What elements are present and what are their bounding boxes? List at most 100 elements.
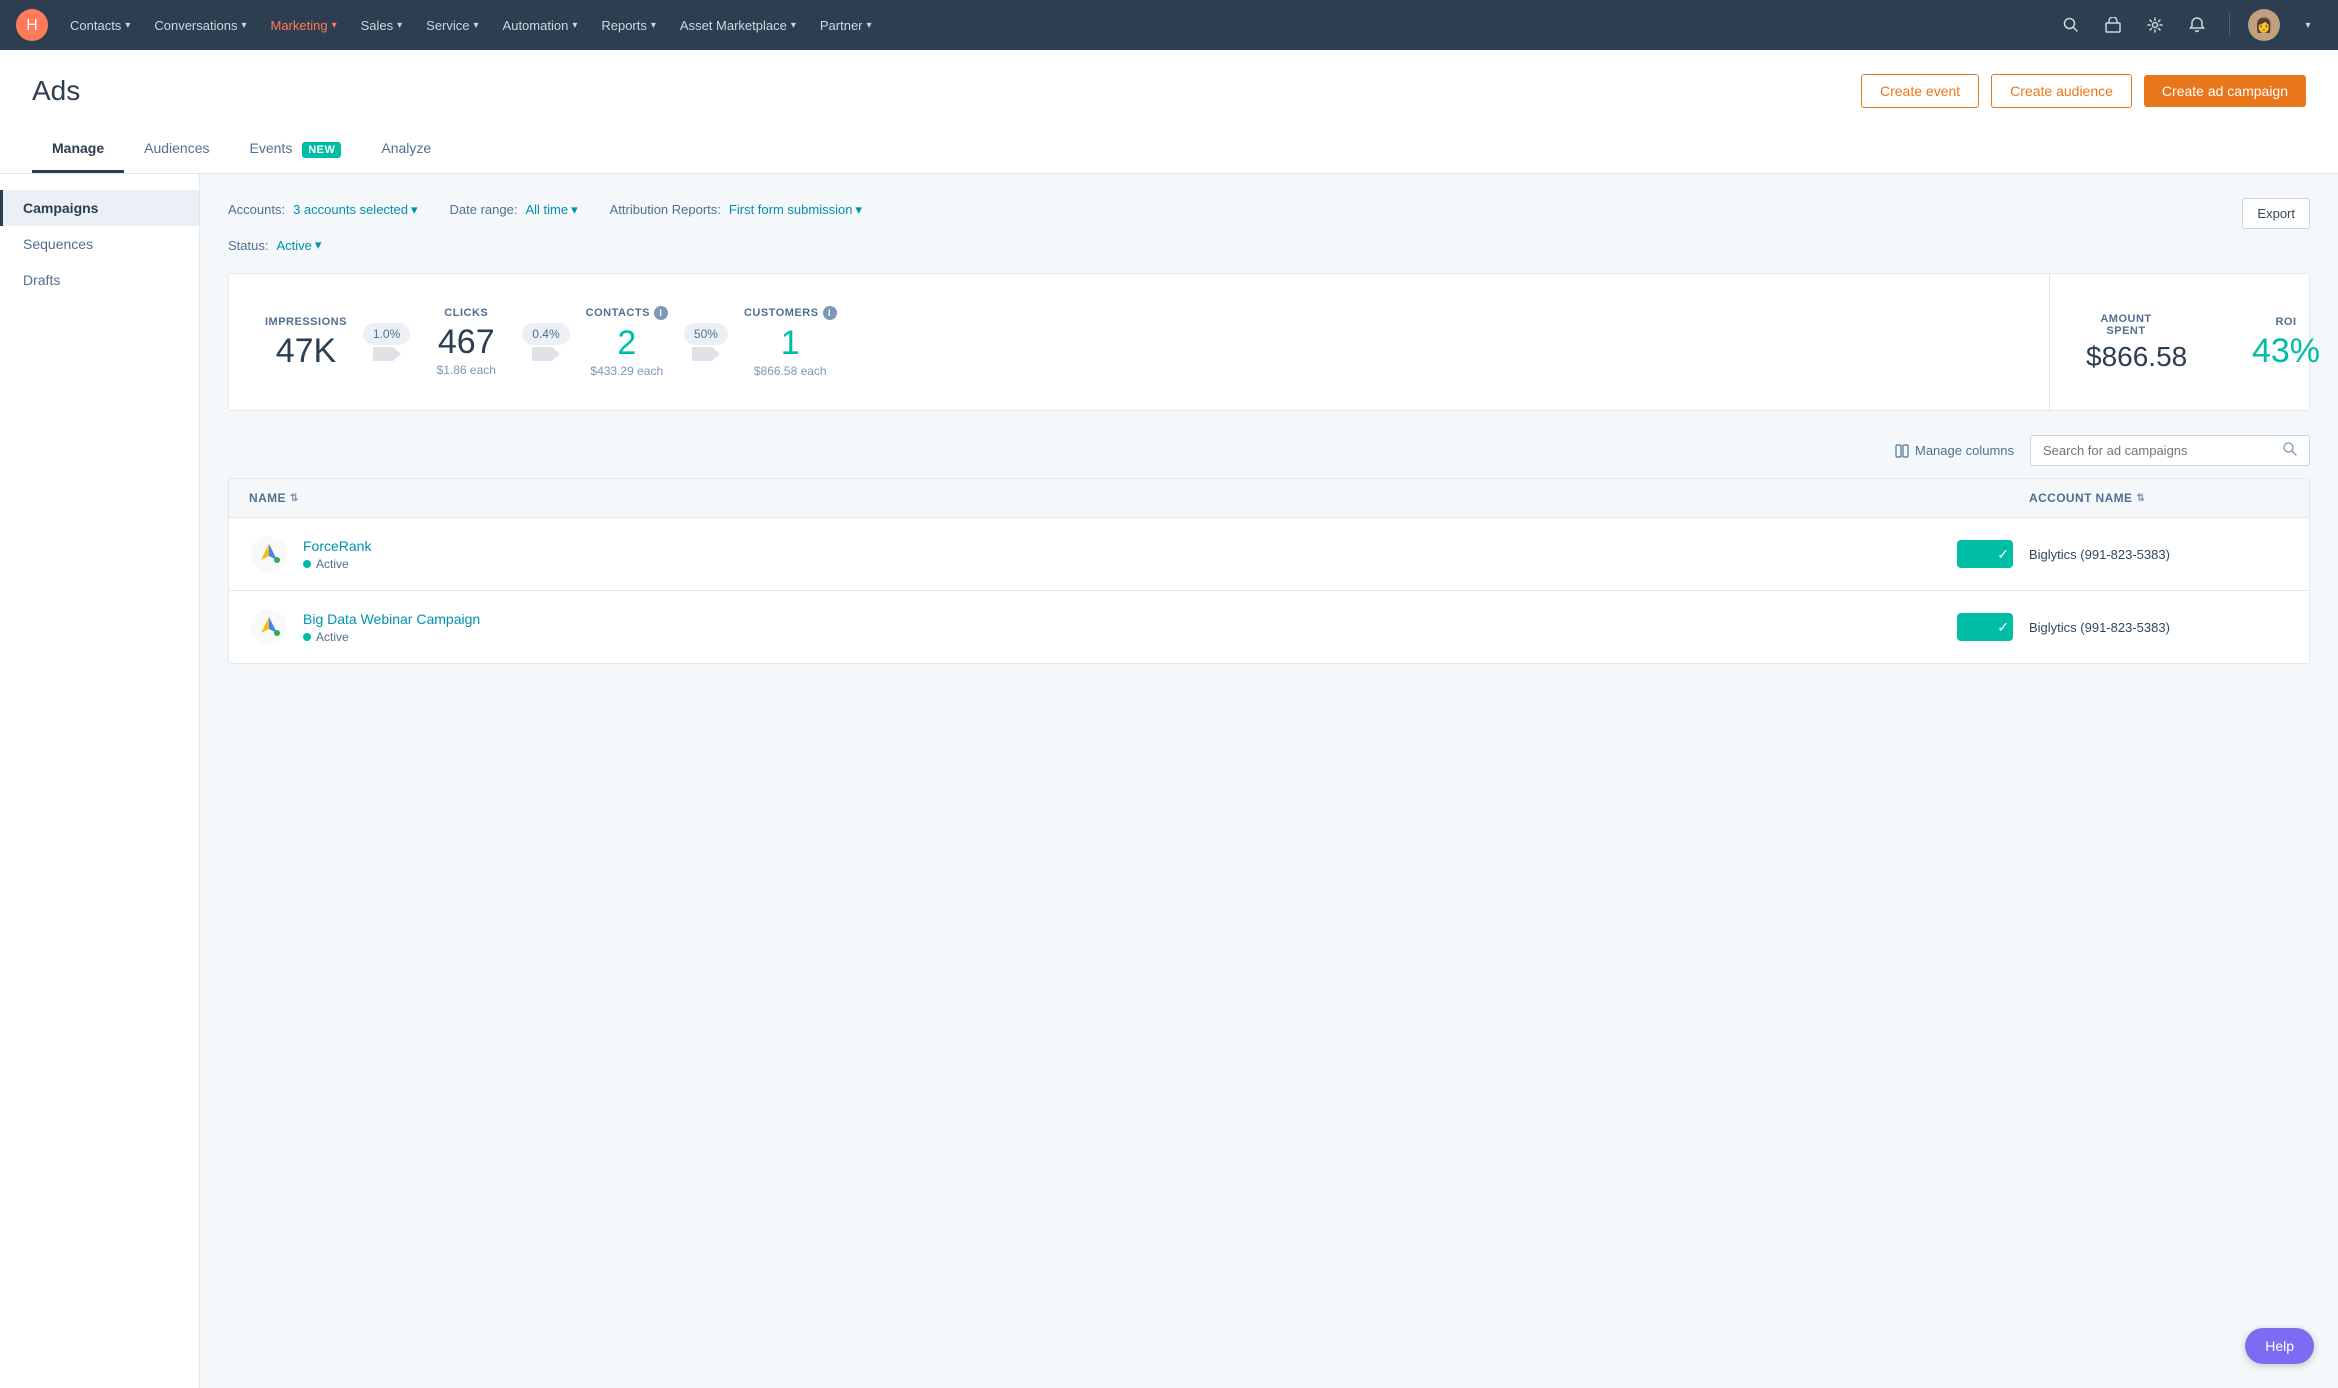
notifications-icon[interactable] xyxy=(2183,11,2211,39)
check-icon: ✓ xyxy=(1997,546,2009,563)
search-icon xyxy=(2283,442,2297,459)
status-label: Status: xyxy=(228,238,268,253)
stats-card-right: AMOUNT SPENT $866.58 ROI 43% xyxy=(2050,273,2310,411)
store-icon[interactable] xyxy=(2099,11,2127,39)
settings-icon[interactable] xyxy=(2141,11,2169,39)
impressions-stat: IMPRESSIONS 47K xyxy=(265,316,347,368)
chevron-down-icon: ▾ xyxy=(855,202,862,218)
date-range-label: Date range: xyxy=(450,202,518,217)
clicks-value: 467 xyxy=(426,325,506,359)
chevron-down-icon: ▾ xyxy=(411,202,418,218)
sidebar-item-sequences[interactable]: Sequences xyxy=(0,226,199,262)
create-event-button[interactable]: Create event xyxy=(1861,74,1979,108)
nav-item-conversations[interactable]: Conversations ▾ xyxy=(144,12,256,39)
hubspot-logo[interactable]: H xyxy=(16,9,48,41)
campaign-toggle[interactable]: ✓ xyxy=(1957,540,2013,568)
roi-value: 43% xyxy=(2246,334,2326,368)
page-header: Ads Create event Create audience Create … xyxy=(0,50,2338,174)
campaign-toggle[interactable]: ✓ xyxy=(1957,613,2013,641)
contacts-value: 2 xyxy=(586,326,668,360)
chevron-down-icon: ▾ xyxy=(397,20,402,31)
tab-events[interactable]: Events NEW xyxy=(230,128,362,173)
search-box xyxy=(2030,435,2310,466)
date-range-filter[interactable]: All time ▾ xyxy=(525,202,577,218)
table-header: NAME ⇅ ACCOUNT NAME ⇅ xyxy=(229,479,2309,518)
row-account: Biglytics (991-823-5383) xyxy=(2029,547,2289,562)
export-button[interactable]: Export xyxy=(2242,198,2310,229)
right-panel: Accounts: 3 accounts selected ▾ Date ran… xyxy=(200,174,2338,1388)
conversion-rate-1: 1.0% xyxy=(363,323,410,345)
campaign-name[interactable]: Big Data Webinar Campaign xyxy=(303,611,480,627)
accounts-filter[interactable]: 3 accounts selected ▾ xyxy=(293,202,417,218)
filters-row-1: Accounts: 3 accounts selected ▾ Date ran… xyxy=(228,202,862,218)
manage-columns-button[interactable]: Manage columns xyxy=(1895,443,2014,458)
sort-icon: ⇅ xyxy=(290,493,299,504)
page-title-row: Ads Create event Create audience Create … xyxy=(32,74,2306,108)
accounts-label: Accounts: xyxy=(228,202,285,217)
campaign-status: Active xyxy=(303,630,480,644)
tab-audiences[interactable]: Audiences xyxy=(124,128,229,173)
nav-item-partner[interactable]: Partner ▾ xyxy=(810,12,882,39)
nav-icons: 👩 ▾ xyxy=(2057,9,2322,41)
attribution-label: Attribution Reports: xyxy=(610,202,721,217)
col-header-name[interactable]: NAME ⇅ xyxy=(249,491,2029,505)
status-filter[interactable]: Active ▾ xyxy=(276,237,321,253)
nav-item-automation[interactable]: Automation ▾ xyxy=(493,12,588,39)
row-name-col: Big Data Webinar Campaign Active ✓ xyxy=(249,607,2029,647)
sidebar-item-campaigns[interactable]: Campaigns xyxy=(0,190,199,226)
campaign-info: Big Data Webinar Campaign Active xyxy=(303,611,480,644)
create-campaign-button[interactable]: Create ad campaign xyxy=(2144,75,2306,107)
create-audience-button[interactable]: Create audience xyxy=(1991,74,2132,108)
clicks-stat: CLICKS 467 $1.86 each xyxy=(426,307,506,377)
col-header-account[interactable]: ACCOUNT NAME ⇅ xyxy=(2029,491,2289,505)
clicks-sub: $1.86 each xyxy=(426,363,506,377)
campaign-name[interactable]: ForceRank xyxy=(303,538,371,554)
chevron-down-icon: ▾ xyxy=(125,20,130,31)
campaign-logo xyxy=(249,534,289,574)
campaigns-table: NAME ⇅ ACCOUNT NAME ⇅ xyxy=(228,478,2310,664)
amount-spent-stat: AMOUNT SPENT $866.58 xyxy=(2086,313,2166,371)
page-title-actions: Create event Create audience Create ad c… xyxy=(1861,74,2306,108)
page-container: Ads Create event Create audience Create … xyxy=(0,50,2338,1388)
row-account: Biglytics (991-823-5383) xyxy=(2029,620,2289,635)
nav-divider xyxy=(2229,13,2230,37)
tab-analyze[interactable]: Analyze xyxy=(361,128,451,173)
impressions-value: 47K xyxy=(265,334,347,368)
avatar[interactable]: 👩 xyxy=(2248,9,2280,41)
check-icon: ✓ xyxy=(1997,619,2009,636)
nav-item-contacts[interactable]: Contacts ▾ xyxy=(60,12,140,39)
customers-info-icon[interactable]: i xyxy=(823,306,837,320)
contacts-info-icon[interactable]: i xyxy=(654,306,668,320)
nav-item-asset-marketplace[interactable]: Asset Marketplace ▾ xyxy=(670,12,806,39)
search-icon[interactable] xyxy=(2057,11,2085,39)
tab-manage[interactable]: Manage xyxy=(32,128,124,173)
conversion-rate-3: 50% xyxy=(684,323,728,345)
status-dot xyxy=(303,560,311,568)
customers-stat: CUSTOMERS i 1 $866.58 each xyxy=(744,306,837,378)
stats-card-left: IMPRESSIONS 47K 1.0% xyxy=(228,273,2050,411)
account-chevron-icon[interactable]: ▾ xyxy=(2294,11,2322,39)
contacts-sub: $433.29 each xyxy=(586,364,668,378)
main-content: Campaigns Sequences Drafts Accounts: 3 a… xyxy=(0,174,2338,1388)
nav-item-reports[interactable]: Reports ▾ xyxy=(591,12,666,39)
nav-item-sales[interactable]: Sales ▾ xyxy=(351,12,413,39)
nav-item-marketing[interactable]: Marketing ▾ xyxy=(260,12,346,39)
customers-sub: $866.58 each xyxy=(744,364,837,378)
help-button[interactable]: Help xyxy=(2245,1328,2314,1364)
sidebar: Campaigns Sequences Drafts xyxy=(0,174,200,1388)
contacts-stat: CONTACTS i 2 $433.29 each xyxy=(586,306,668,378)
chevron-down-icon: ▾ xyxy=(867,20,872,31)
search-input[interactable] xyxy=(2043,443,2283,458)
sidebar-item-drafts[interactable]: Drafts xyxy=(0,262,199,298)
stats-section: IMPRESSIONS 47K 1.0% xyxy=(228,273,2310,411)
customers-value: 1 xyxy=(744,326,837,360)
chevron-down-icon: ▾ xyxy=(651,20,656,31)
status-dot xyxy=(303,633,311,641)
nav-item-service[interactable]: Service ▾ xyxy=(416,12,488,39)
chevron-down-icon: ▾ xyxy=(791,20,796,31)
attribution-filter[interactable]: First form submission ▾ xyxy=(729,202,862,218)
chevron-down-icon: ▾ xyxy=(572,20,577,31)
conversion-rate-2: 0.4% xyxy=(522,323,569,345)
svg-text:H: H xyxy=(26,17,38,34)
table-row: Big Data Webinar Campaign Active ✓ Bigly… xyxy=(229,591,2309,663)
